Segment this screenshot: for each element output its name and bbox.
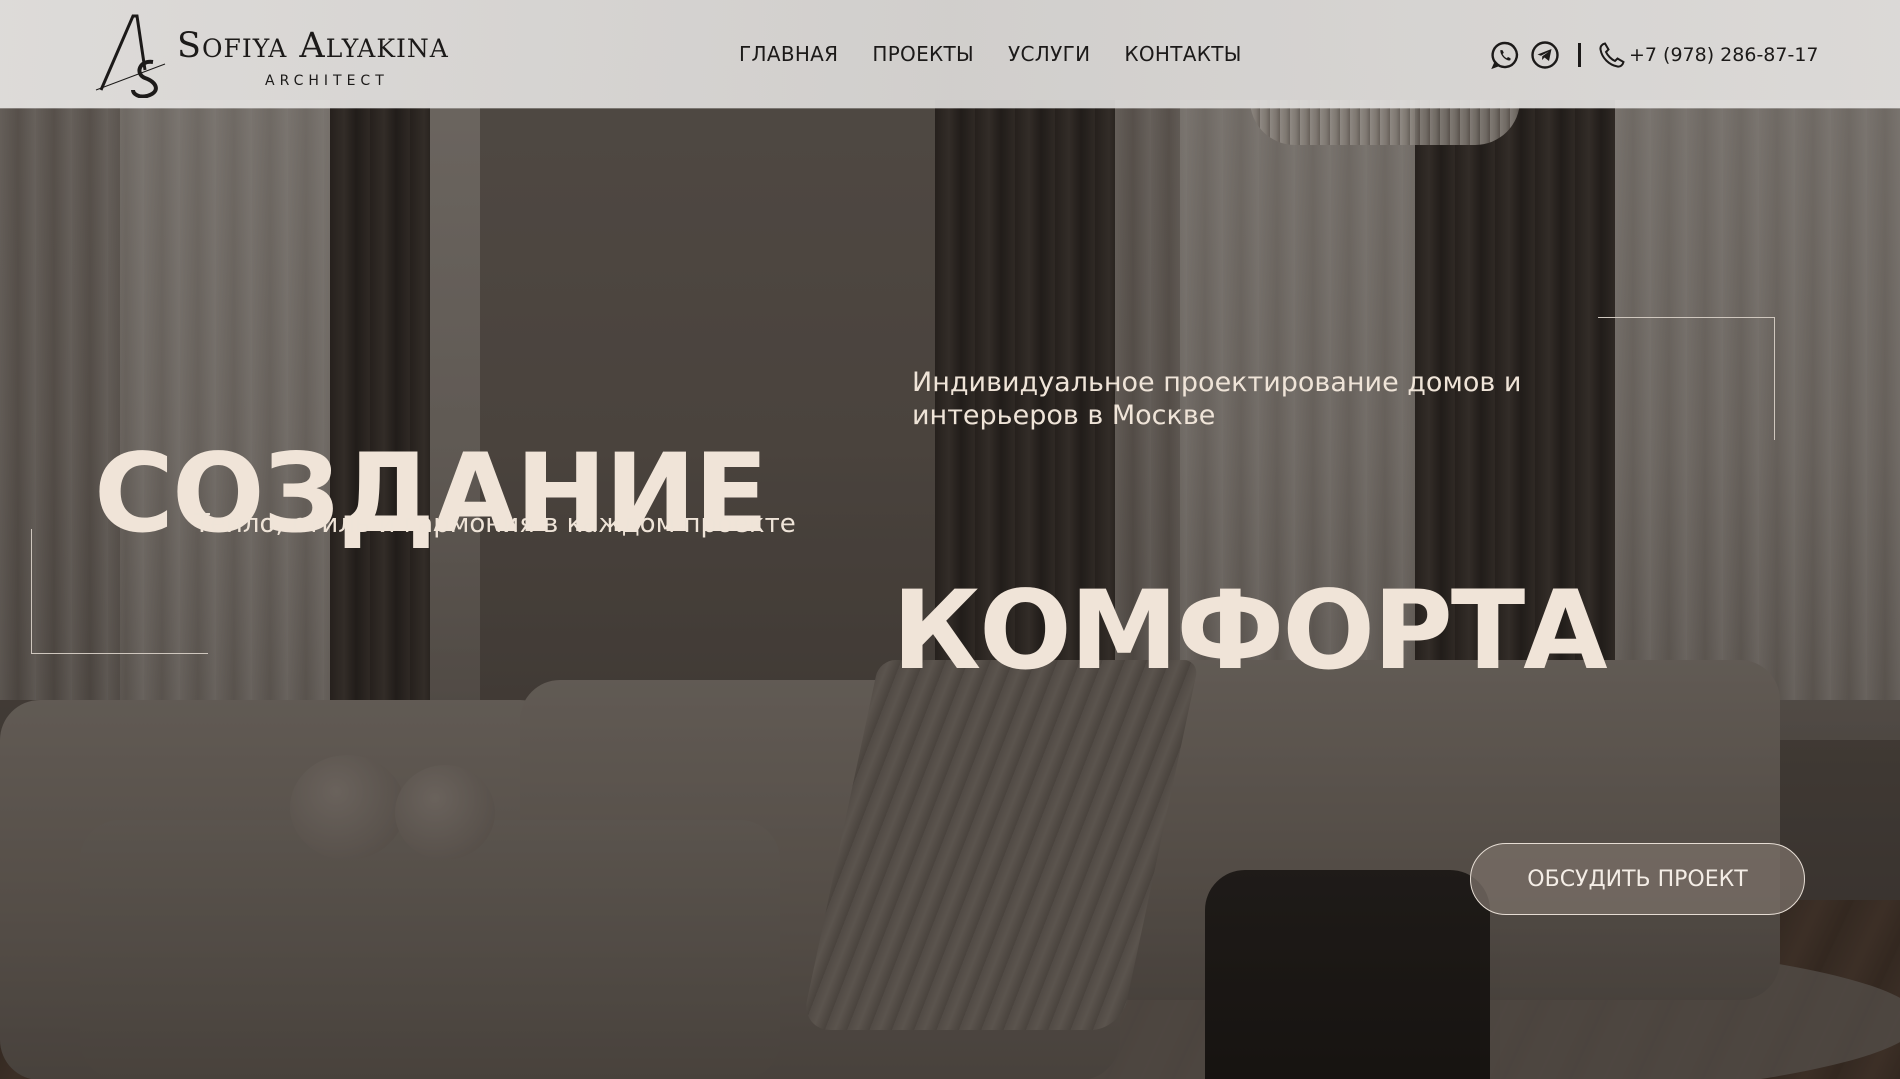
hero-tagline: Тепло, стиль и гармония в каждом проекте — [194, 509, 796, 539]
monogram-logo-icon — [95, 14, 166, 98]
contacts-divider — [1578, 43, 1581, 67]
discuss-project-button[interactable]: ОБСУДИТЬ ПРОЕКТ — [1470, 843, 1805, 915]
nav-item-services[interactable]: УСЛУГИ — [1008, 38, 1090, 70]
telegram-icon[interactable] — [1530, 40, 1560, 70]
hero-headline-line2: КОМФОРТА — [892, 567, 1608, 695]
nav-item-projects[interactable]: ПРОЕКТЫ — [872, 38, 974, 70]
header-contacts: +7 (978) 286-87-17 — [1490, 38, 1819, 72]
decorative-corner-frame — [1598, 317, 1775, 440]
phone-icon[interactable] — [1597, 40, 1627, 70]
hero-subtitle-top: Индивидуальное проектирование домов и ин… — [912, 367, 1522, 431]
nav-item-contacts[interactable]: КОНТАКТЫ — [1124, 38, 1241, 70]
whatsapp-icon[interactable] — [1490, 40, 1520, 70]
phone-number-link[interactable]: +7 (978) 286-87-17 — [1629, 44, 1819, 66]
brand-logo[interactable]: Sofiya Alyakina ARCHITECT — [95, 12, 515, 98]
brand-subtitle: ARCHITECT — [265, 73, 389, 89]
main-nav: ГЛАВНАЯ ПРОЕКТЫ УСЛУГИ КОНТАКТЫ — [739, 38, 1242, 70]
site-header: Sofiya Alyakina ARCHITECT ГЛАВНАЯ ПРОЕКТ… — [0, 0, 1900, 108]
brand-name: Sofiya Alyakina — [177, 26, 449, 66]
nav-item-home[interactable]: ГЛАВНАЯ — [739, 38, 838, 70]
